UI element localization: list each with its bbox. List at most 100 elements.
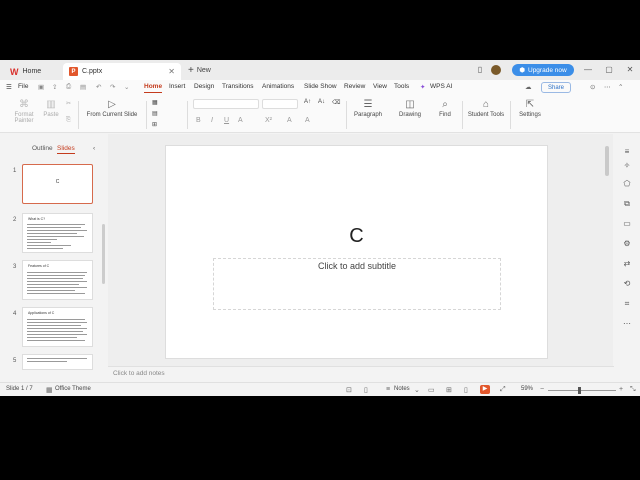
underline-button[interactable]: U (224, 117, 229, 124)
slide-thumbnail-4[interactable]: Applications of C (22, 307, 93, 347)
zoom-out-icon[interactable]: − (540, 386, 544, 393)
smart-icon[interactable]: ⊡ (346, 386, 352, 394)
find-button[interactable]: ⌕ Find (434, 99, 456, 118)
menu-slide-show[interactable]: Slide Show (304, 83, 337, 90)
font-size-select[interactable] (262, 99, 298, 109)
more-tools-icon[interactable]: ⋯ (621, 318, 633, 330)
more-icon[interactable]: ⋯ (604, 83, 611, 91)
maximize-icon[interactable]: ▢ (604, 65, 614, 75)
cloud-icon[interactable]: ☁ (525, 83, 532, 91)
new-tab-button[interactable]: + New (188, 63, 211, 78)
collapse-ribbon-icon[interactable]: ⌃ (618, 83, 623, 91)
document-tab[interactable]: P C.pptx ✕ (63, 63, 181, 80)
print-icon[interactable]: ⎙ (66, 83, 71, 91)
settings-button[interactable]: ⇱ Settings (515, 99, 545, 118)
copy-format-icon[interactable]: ⧉ (621, 198, 633, 210)
undo-icon[interactable]: ↶ (96, 83, 101, 91)
zoom-slider-handle[interactable] (578, 387, 581, 394)
fullscreen-icon[interactable]: ⤡ (630, 386, 636, 394)
history-icon[interactable]: ⟲ (621, 278, 633, 290)
export-icon[interactable]: ⇪ (52, 83, 57, 91)
paragraph-button[interactable]: ☰ Paragraph (352, 99, 384, 118)
theme-name[interactable]: Office Theme (55, 386, 91, 392)
layout-icon[interactable]: ▦ (152, 99, 158, 106)
gear-icon[interactable]: ⚙ (621, 238, 633, 250)
format-painter-button[interactable]: ⌘ Format Painter (12, 99, 36, 124)
phone-icon[interactable]: ▯ (475, 65, 485, 75)
menu-insert[interactable]: Insert (169, 83, 185, 90)
strikethrough-button[interactable]: A (238, 117, 243, 124)
slide-thumbnail-3[interactable]: Features of C (22, 260, 93, 300)
new-slide-button[interactable]: ▷ From Current Slide (84, 99, 140, 118)
menu-file[interactable]: File (18, 83, 28, 90)
menu-transitions[interactable]: Transitions (222, 83, 254, 90)
shape-icon[interactable]: ⬠ (621, 178, 633, 190)
reset-icon[interactable]: ⊞ (152, 121, 157, 128)
slide-canvas: C Click to add subtitle (108, 134, 613, 366)
slide-title[interactable]: C (166, 225, 547, 248)
upgrade-now-button[interactable]: ⬢ Upgrade now (512, 64, 574, 76)
crop-icon[interactable]: ⌗ (621, 298, 633, 310)
highlight-button[interactable]: A (305, 117, 310, 124)
fit-window-icon[interactable]: ⤢ (500, 386, 506, 394)
comment-icon[interactable]: ▭ (621, 218, 633, 230)
collapse-icon[interactable]: ≡ (621, 146, 633, 158)
tab-slides[interactable]: Slides (57, 145, 75, 154)
menu-home[interactable]: Home (144, 83, 163, 93)
thumbnail-scrollbar[interactable] (102, 224, 105, 284)
italic-button[interactable]: I (211, 117, 213, 124)
slide-thumbnail-1[interactable]: C (22, 164, 93, 204)
close-window-icon[interactable]: ✕ (625, 65, 635, 75)
cut-icon[interactable]: ✂ (66, 100, 71, 107)
hamburger-icon[interactable]: ☰ (6, 83, 12, 91)
decrease-font-icon[interactable]: A↓ (318, 99, 325, 105)
zoom-level[interactable]: 59% (521, 386, 533, 392)
slide-thumbnail-5[interactable] (22, 354, 93, 370)
minimize-icon[interactable]: — (583, 65, 593, 75)
close-tab-icon[interactable]: ✕ (168, 67, 175, 76)
clear-format-icon[interactable]: ⌫ (332, 99, 340, 106)
redo-icon[interactable]: ↷ (110, 83, 115, 91)
tab-outline[interactable]: Outline (32, 145, 53, 152)
save-icon[interactable]: ▣ (38, 83, 44, 91)
current-slide[interactable]: C Click to add subtitle (165, 145, 548, 359)
menu-design[interactable]: Design (194, 83, 214, 90)
print-preview-icon[interactable]: ▤ (80, 83, 86, 91)
notes-toggle[interactable]: Notes (394, 386, 410, 392)
menu-review[interactable]: Review (344, 83, 365, 90)
home-tab[interactable]: W Home (4, 63, 60, 80)
chevron-down-icon[interactable]: ⌄ (414, 386, 420, 394)
reading-view-icon[interactable]: ▯ (464, 386, 468, 394)
zoom-in-icon[interactable]: + (619, 386, 623, 393)
notes-pane[interactable]: Click to add notes (108, 366, 614, 380)
slideshow-button[interactable]: ▶ (480, 385, 490, 394)
animation-icon[interactable]: ⇄ (621, 258, 633, 270)
slide-thumbnail-2[interactable]: What is C? (22, 213, 93, 253)
magic-icon[interactable]: ✧ (621, 160, 633, 172)
history-icon[interactable]: ⊙ (590, 83, 595, 91)
collapse-panel-icon[interactable]: ‹ (93, 145, 95, 152)
section-icon[interactable]: ▤ (152, 110, 158, 117)
increase-font-icon[interactable]: A↑ (304, 99, 311, 105)
paste-button[interactable]: ▥ Paste (40, 99, 62, 118)
menu-animations[interactable]: Animations (262, 83, 294, 90)
font-family-select[interactable] (193, 99, 259, 109)
drawing-button[interactable]: ◫ Drawing (395, 99, 425, 118)
zoom-slider[interactable] (548, 390, 616, 391)
menu-tools[interactable]: Tools (394, 83, 409, 90)
subtitle-placeholder-box[interactable]: Click to add subtitle (213, 258, 501, 310)
menu-wps-ai[interactable]: WPS AI (430, 83, 452, 90)
document-icon[interactable]: ▯ (364, 386, 368, 394)
dropdown-icon[interactable]: ⌄ (124, 83, 129, 91)
bold-button[interactable]: B (196, 117, 201, 124)
menu-view[interactable]: View (373, 83, 387, 90)
normal-view-icon[interactable]: ▭ (428, 386, 435, 394)
share-button[interactable]: Share (541, 82, 571, 93)
font-color-button[interactable]: A (287, 117, 292, 124)
copy-icon[interactable]: ⎘ (66, 117, 71, 124)
avatar[interactable] (491, 65, 501, 75)
slide-sorter-icon[interactable]: ⊞ (446, 386, 452, 394)
canvas-scrollbar[interactable] (605, 146, 609, 176)
superscript-button[interactable]: X² (265, 117, 272, 124)
student-tools-button[interactable]: ⌂ Student Tools (466, 99, 506, 118)
